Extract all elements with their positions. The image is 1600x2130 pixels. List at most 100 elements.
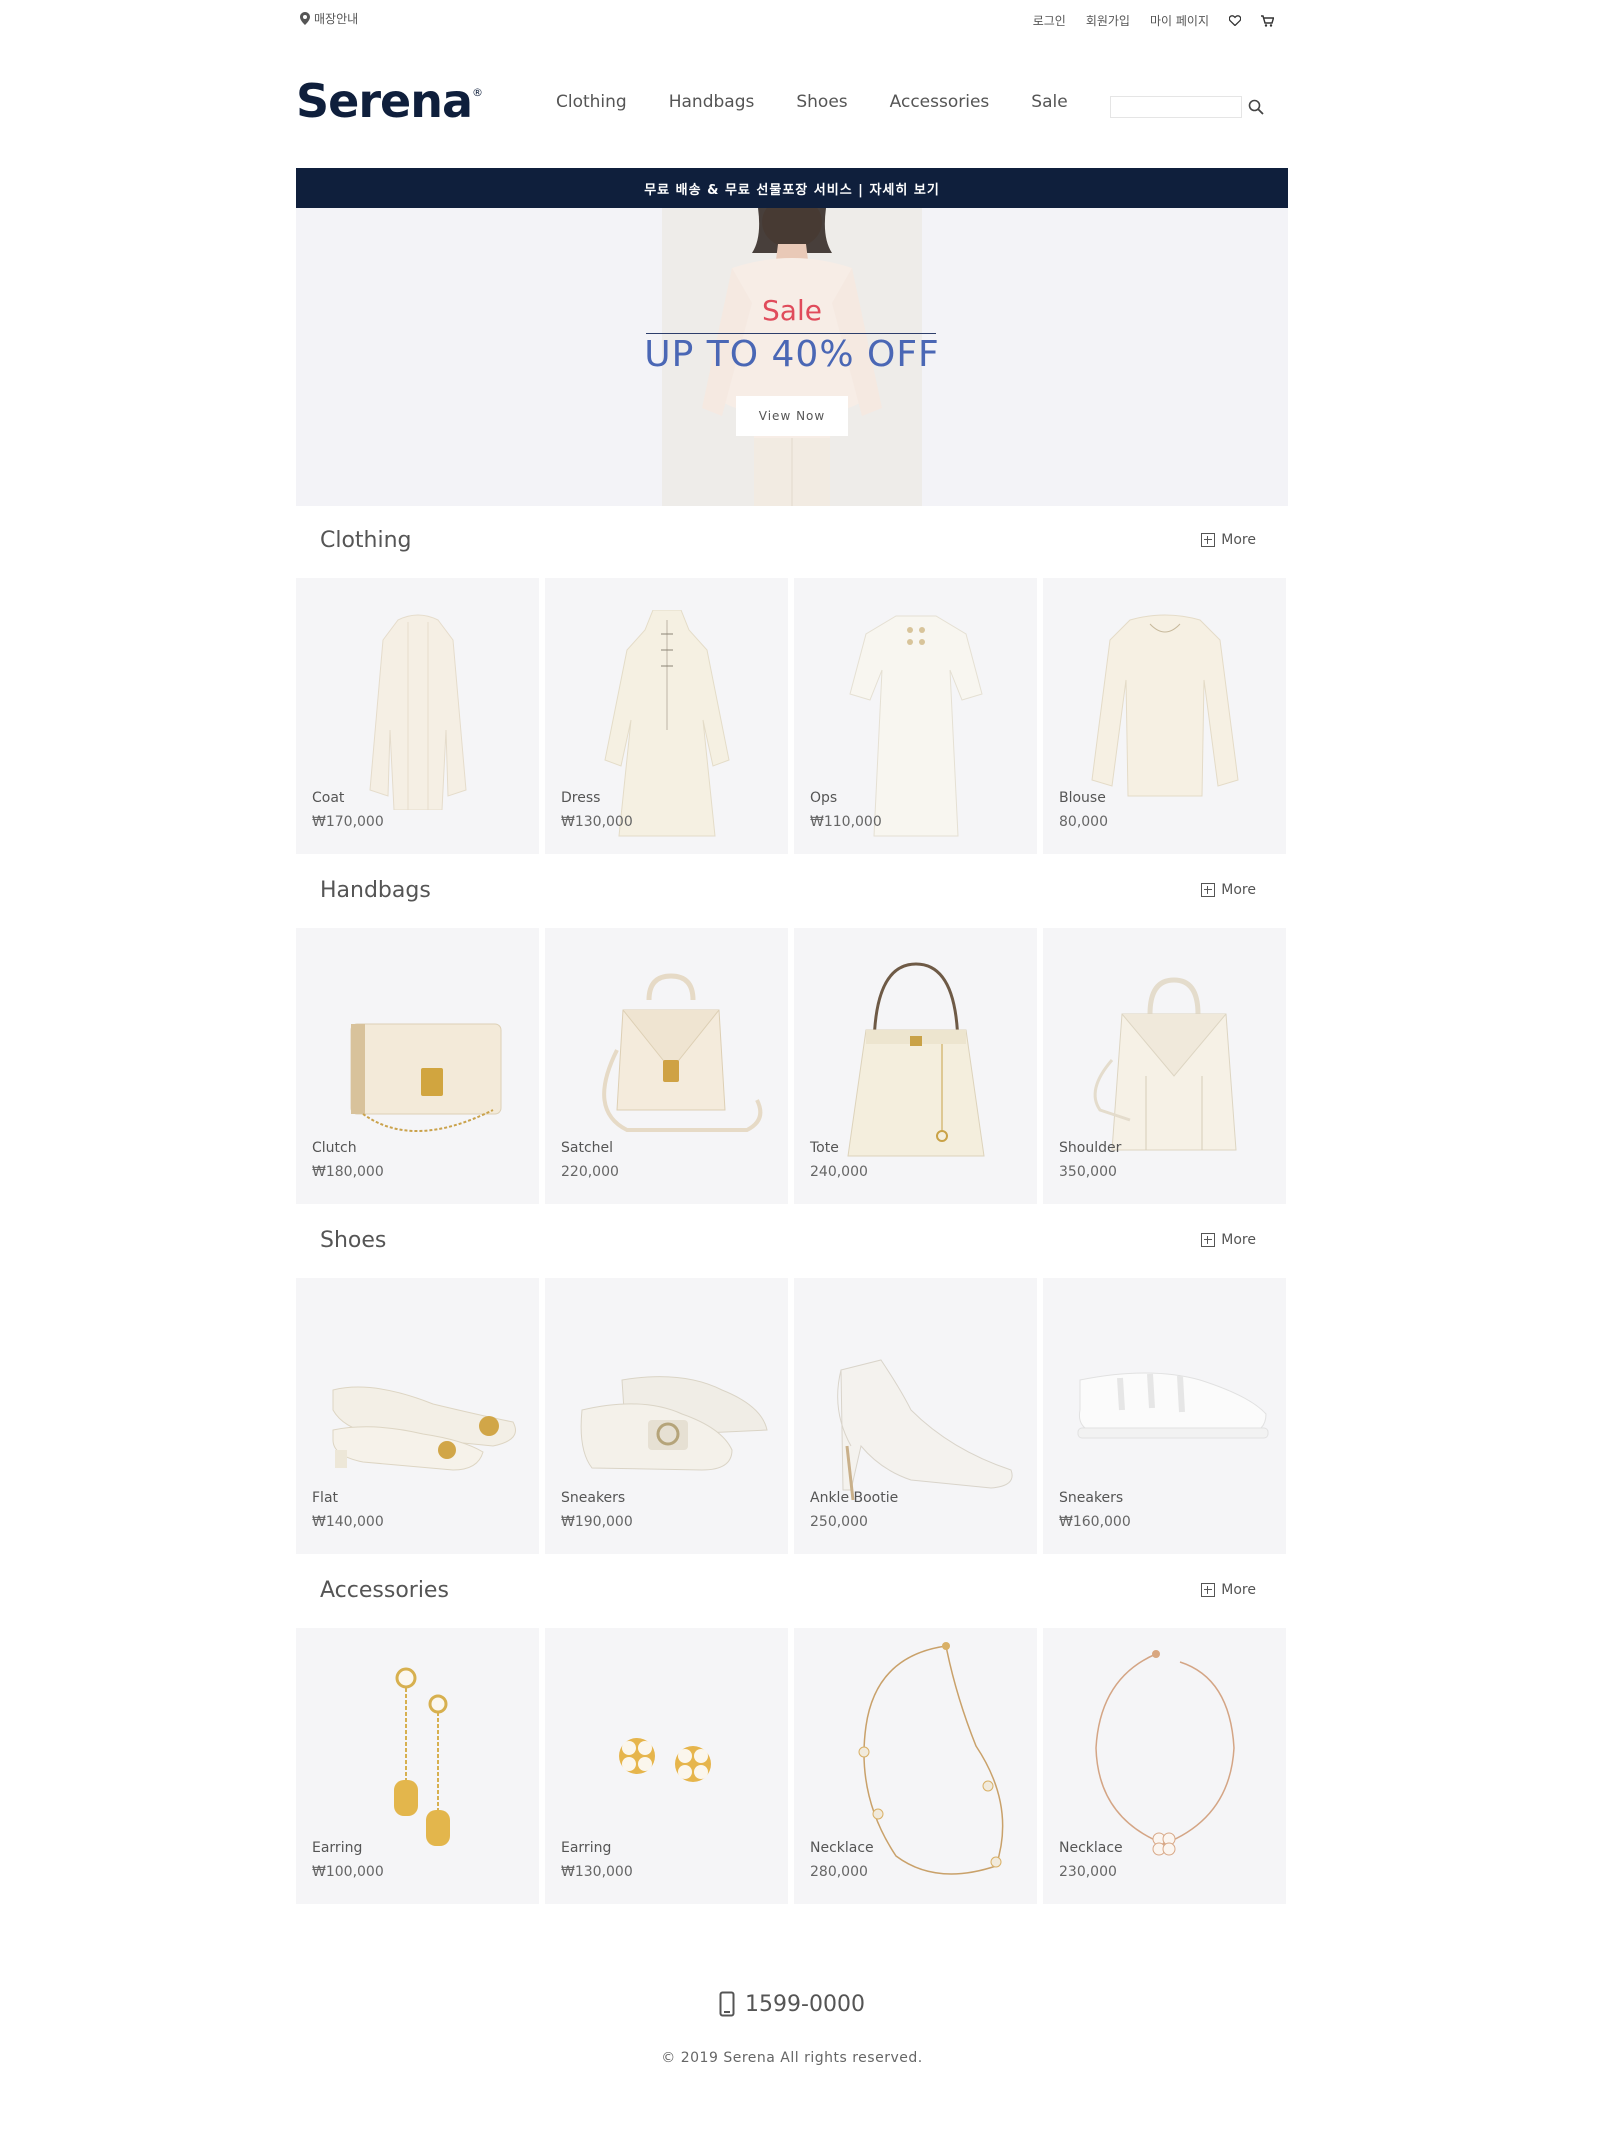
product-price: ₩140,000 [312,1514,384,1530]
more-button-accessories[interactable]: More [1201,1582,1256,1598]
product-grid-handbags: Clutch ₩180,000 Satchel 220,000 Tote 240… [296,928,1288,1204]
product-name: Shoulder [1059,1140,1122,1156]
nav-shoes[interactable]: Shoes [796,92,847,112]
login-link[interactable]: 로그인 [1033,12,1066,29]
location-pin-icon [300,12,310,25]
product-card[interactable]: Blouse 80,000 [1043,578,1286,854]
nav-sale[interactable]: Sale [1031,92,1067,112]
join-link[interactable]: 회원가입 [1086,12,1130,29]
heart-icon[interactable] [1229,15,1241,26]
product-card[interactable]: Ankle Bootie 250,000 [794,1278,1037,1554]
product-name: Earring [561,1840,612,1856]
product-card[interactable]: Satchel 220,000 [545,928,788,1204]
product-card[interactable]: Dress ₩130,000 [545,578,788,854]
product-price: ₩130,000 [561,1864,633,1880]
section-title: Accessories [320,1578,449,1603]
product-card[interactable]: Tote 240,000 [794,928,1037,1204]
satchel-image [601,973,762,1132]
product-card[interactable]: Clutch ₩180,000 [296,928,539,1204]
store-locator-link[interactable]: 매장안내 [300,10,358,27]
product-name: Flat [312,1490,339,1506]
hero-headline: UP TO 40% OFF [644,334,940,375]
product-name: Sneakers [1059,1490,1124,1506]
blouse-image [1090,614,1239,797]
product-price: ₩110,000 [810,814,882,830]
dress-image [603,610,730,837]
site-header: Serena® Clothing Handbags Shoes Accessor… [296,70,1288,130]
section-header-handbags: Handbags More [296,856,1288,926]
plus-square-icon [1201,1583,1216,1597]
search-input[interactable] [1110,96,1242,118]
more-button-handbags[interactable]: More [1201,882,1256,898]
product-name: Earring [312,1840,363,1856]
footer-phone: 1599-0000 [296,1984,1288,2024]
section-title: Clothing [320,528,412,553]
product-price: 280,000 [810,1864,868,1880]
view-now-button[interactable]: View Now [736,396,848,436]
mypage-link[interactable]: 마이 페이지 [1150,12,1209,29]
more-label: More [1221,882,1256,898]
product-card[interactable]: Necklace 230,000 [1043,1628,1286,1904]
product-price: 240,000 [810,1164,868,1180]
product-card[interactable]: Sneakers ₩190,000 [545,1278,788,1554]
product-price: ₩100,000 [312,1864,384,1880]
product-card[interactable]: Flat ₩140,000 [296,1278,539,1554]
product-name: Necklace [810,1840,874,1856]
product-price: 350,000 [1059,1164,1117,1180]
more-button-clothing[interactable]: More [1201,532,1256,548]
stud-earring-image [618,1738,711,1782]
product-name: Clutch [312,1140,357,1156]
product-grid-shoes: Flat ₩140,000 Sneakers ₩190,000 Ankle Bo… [296,1278,1288,1554]
nav-clothing[interactable]: Clothing [556,92,627,112]
search-icon[interactable] [1248,99,1264,115]
product-card[interactable]: Earring ₩130,000 [545,1628,788,1904]
product-card[interactable]: Ops ₩110,000 [794,578,1037,854]
more-button-shoes[interactable]: More [1201,1232,1256,1248]
utility-bar: 매장안내 로그인 회원가입 마이 페이지 [296,8,1288,32]
mobile-phone-icon [719,1991,735,2017]
section-title: Handbags [320,878,431,903]
section-header-accessories: Accessories More [296,1556,1288,1626]
product-name: Satchel [561,1140,614,1156]
search-area [1110,96,1264,118]
product-price: ₩190,000 [561,1514,633,1530]
more-label: More [1221,532,1256,548]
product-grid-accessories: Earring ₩100,000 Earring ₩130,000 Neckla… [296,1628,1288,1904]
product-name: Ankle Bootie [810,1490,899,1506]
clutch-image [350,1023,501,1133]
product-price: 80,000 [1059,814,1108,830]
section-header-clothing: Clothing More [296,506,1288,576]
plus-square-icon [1201,1233,1216,1247]
product-card[interactable]: Sneakers ₩160,000 [1043,1278,1286,1554]
product-grid-clothing: Coat ₩170,000 Dress ₩130,000 Ops ₩110,00… [296,578,1288,854]
product-card[interactable]: Necklace 280,000 [794,1628,1037,1904]
section-title: Shoes [320,1228,387,1253]
logo-text: Serena [296,74,473,128]
section-header-shoes: Shoes More [296,1206,1288,1276]
more-label: More [1221,1582,1256,1598]
ops-dress-image [848,615,983,837]
copyright: © 2019 Serena All rights reserved. [661,2050,923,2066]
shoulder-bag-image [1093,977,1237,1151]
notice-text: 무료 배송 & 무료 선물포장 서비스 | 자세히 보기 [644,182,940,198]
product-name: Sneakers [561,1490,626,1506]
product-price: ₩170,000 [312,814,384,830]
notice-banner[interactable]: 무료 배송 & 무료 선물포장 서비스 | 자세히 보기 [296,168,1288,208]
product-card[interactable]: Coat ₩170,000 [296,578,539,854]
product-name: Necklace [1059,1840,1123,1856]
product-name: Coat [312,790,345,806]
nav-accessories[interactable]: Accessories [890,92,990,112]
nav-handbags[interactable]: Handbags [669,92,755,112]
more-label: More [1221,1232,1256,1248]
coat-image [368,614,467,810]
registered-mark: ® [472,86,483,99]
store-locator-label: 매장안내 [314,12,359,26]
product-card[interactable]: Shoulder 350,000 [1043,928,1286,1204]
hero-banner: Sale UP TO 40% OFF View Now [296,208,1288,506]
cart-icon[interactable] [1261,14,1274,27]
flat-shoe-image [332,1386,516,1471]
logo[interactable]: Serena® [296,74,483,128]
product-price: ₩180,000 [312,1164,384,1180]
sneakers-image [580,1376,768,1471]
product-card[interactable]: Earring ₩100,000 [296,1628,539,1904]
